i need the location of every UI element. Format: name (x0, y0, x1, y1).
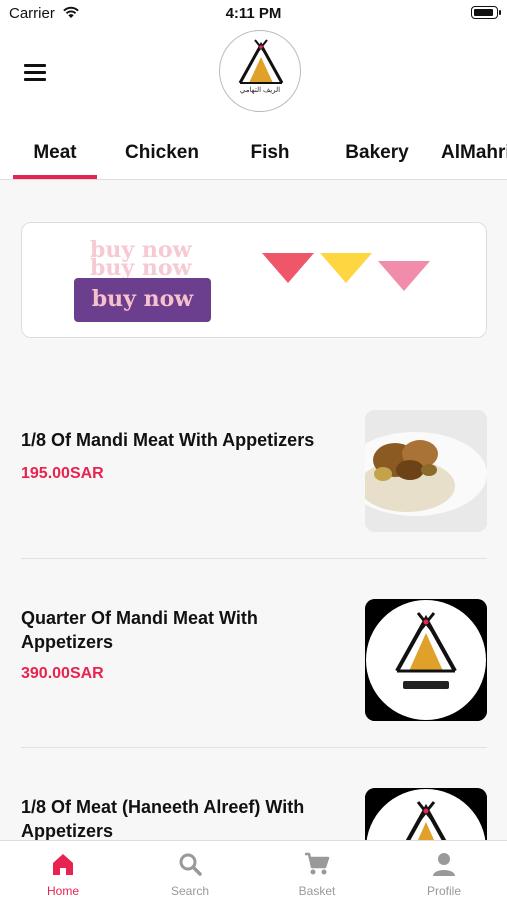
cart-icon (305, 852, 330, 875)
nav-label: Search (170, 884, 210, 898)
product-card[interactable]: 1/8 Of Mandi Meat With Appetizers 195.00… (21, 410, 487, 559)
logo-text: الريف التهامي (239, 87, 281, 94)
tab-chicken[interactable]: Chicken (113, 142, 211, 164)
tent-logo-icon (238, 39, 284, 84)
clock: 4:11 PM (225, 5, 282, 22)
app-header: الريف التهامي (0, 28, 507, 118)
mandi-meat-photo (365, 410, 487, 532)
restaurant-logo: الريف التهامي (219, 30, 301, 112)
product-card[interactable]: Quarter Of Mandi Meat With Appetizers 39… (21, 559, 487, 748)
nav-profile[interactable]: Profile (381, 841, 507, 900)
bottom-navigation: Home Search Basket Profile (0, 840, 507, 900)
nav-label: Basket (298, 884, 336, 898)
nav-basket[interactable]: Basket (254, 841, 380, 900)
product-price: 390.00SAR (21, 665, 104, 682)
nav-search[interactable]: Search (127, 841, 253, 900)
tab-bakery[interactable]: Bakery (335, 142, 419, 164)
buy-now-button[interactable]: buy now (74, 278, 211, 322)
product-name: 1/8 Of Meat (Haneeth Alreef) With Appeti… (21, 797, 305, 841)
triangle-decoration-icon (262, 253, 430, 291)
nav-home[interactable]: Home (0, 841, 126, 900)
battery-icon (471, 6, 501, 19)
profile-icon (433, 853, 455, 876)
promo-banner[interactable]: buy now buy now buy now (21, 222, 487, 338)
category-tabs: Meat Chicken Fish Bakery AlMahri (0, 118, 507, 180)
active-tab-indicator (13, 175, 97, 179)
nav-label: Profile (426, 884, 461, 898)
product-image[interactable] (365, 599, 487, 721)
product-image[interactable] (365, 410, 487, 532)
restaurant-logo-image (365, 599, 487, 721)
tab-fish[interactable]: Fish (235, 142, 305, 164)
product-price: 195.00SAR (21, 465, 104, 482)
product-name: Quarter Of Mandi Meat With Appetizers (21, 608, 258, 652)
status-bar: Carrier 4:11 PM (0, 0, 507, 28)
menu-button[interactable] (24, 64, 46, 81)
home-icon (53, 854, 73, 875)
tab-meat[interactable]: Meat (13, 142, 97, 164)
nav-label: Home (46, 884, 79, 898)
tab-almahri[interactable]: AlMahri (441, 142, 507, 164)
product-name: 1/8 Of Mandi Meat With Appetizers (21, 430, 315, 450)
search-icon (179, 853, 202, 876)
